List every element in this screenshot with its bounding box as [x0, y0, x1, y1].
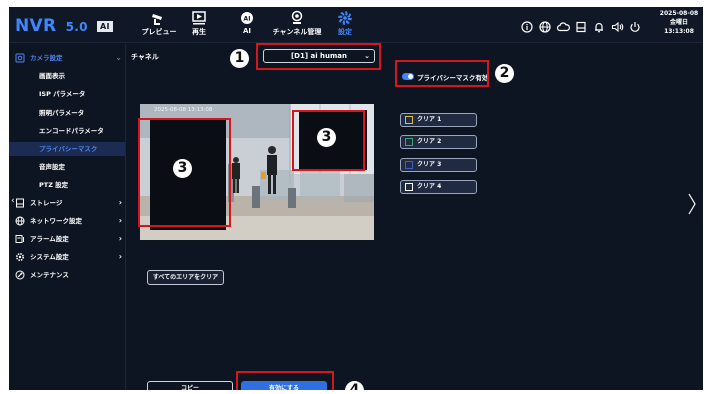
clear-area-3-label: クリア 3 [417, 161, 442, 168]
app-name: NVR [15, 16, 57, 36]
power-icon[interactable] [629, 18, 643, 32]
sidebar-item-label: カメラ設定 [30, 54, 63, 62]
clear-area-4-label: クリア 4 [417, 183, 442, 190]
sidebar-item-storage[interactable]: ストレージ › [9, 196, 125, 210]
gear-icon [338, 11, 352, 25]
highlight-box-1 [256, 43, 381, 70]
time-text: 13:13:08 [664, 28, 694, 35]
clear-area-1-button[interactable]: クリア 1 [400, 113, 477, 127]
nvr-window: NVR 5.0 AI プレビュー 再生 AI AI チャンネル管理 設定 202… [9, 7, 703, 390]
sidebar-item-system[interactable]: システム設定 › [9, 250, 125, 264]
sidebar-item-label: ネットワーク設定 [30, 217, 82, 225]
chevron-left-icon[interactable]: ‹ [11, 196, 15, 206]
area-3-color-swatch [405, 161, 413, 169]
weekday-text: 金曜日 [669, 19, 688, 26]
clear-area-3-button[interactable]: クリア 3 [400, 158, 477, 172]
playback-icon [192, 11, 206, 25]
step-badge-3a: 3 [173, 159, 192, 178]
sidebar-item-alarm[interactable]: アラーム設定 › [9, 232, 125, 246]
sidebar-sub-lighting[interactable]: 照明パラメータ [9, 106, 125, 120]
area-2-color-swatch [405, 138, 413, 146]
sidebar-item-network[interactable]: ネットワーク設定 › [9, 214, 125, 228]
clear-area-2-button[interactable]: クリア 2 [400, 135, 477, 149]
storage-icon[interactable] [575, 18, 589, 33]
tab-settings-label: 設定 [338, 28, 352, 36]
tab-playback[interactable]: 再生 [185, 10, 213, 42]
privacy-mask-panel: チャネル [D1] ai human ⌄ 1 プライバシーマスク有効 2 202… [127, 43, 703, 390]
globe-icon [15, 216, 25, 226]
app-version: 5.0 [65, 20, 88, 34]
copy-button[interactable]: コピー [147, 381, 233, 390]
sidebar-sub-isp[interactable]: ISP パラメータ [9, 87, 125, 101]
clear-area-4-button[interactable]: クリア 4 [400, 180, 477, 194]
info-icon[interactable] [521, 18, 535, 33]
bell-icon[interactable] [593, 18, 607, 33]
tab-playback-label: 再生 [192, 28, 206, 36]
chevron-right-icon[interactable] [687, 192, 697, 220]
sidebar-sub-display[interactable]: 画面表示 [9, 69, 125, 83]
tab-preview[interactable]: プレビュー [139, 10, 179, 42]
chevron-right-icon: › [118, 216, 122, 225]
storage-icon [15, 198, 25, 208]
tab-ai[interactable]: AI AI [235, 10, 259, 42]
datetime: 2025-08-08 金曜日 13:13:08 [657, 9, 701, 36]
ai-badge: AI [96, 21, 113, 32]
step-badge-1: 1 [230, 49, 249, 68]
alarm-icon [15, 234, 25, 244]
cloud-icon[interactable] [556, 18, 571, 32]
sidebar-sub-ptz[interactable]: PTZ 設定 [9, 178, 125, 192]
channel-label: チャネル [131, 53, 159, 61]
chevron-down-icon: ⌄ [115, 53, 122, 62]
sidebar: カメラ設定 ⌄ 画面表示 ISP パラメータ 照明パラメータ エンコードパラメー… [9, 44, 126, 390]
clear-area-1-label: クリア 1 [417, 116, 442, 123]
camera-settings-icon [15, 53, 25, 63]
area-4-color-swatch [405, 183, 413, 191]
area-1-color-swatch [405, 116, 413, 124]
sidebar-sub-encode[interactable]: エンコードパラメータ [9, 124, 125, 138]
tab-preview-label: プレビュー [141, 28, 177, 36]
step-badge-4: 4 [345, 381, 364, 390]
sidebar-item-label: メンテナンス [30, 271, 69, 279]
chevron-right-icon: › [118, 252, 122, 261]
svg-text:AI: AI [244, 16, 251, 23]
maintenance-icon [15, 270, 25, 280]
tab-ai-label: AI [242, 27, 252, 35]
chevron-right-icon: › [118, 234, 122, 243]
sidebar-item-camera-settings[interactable]: カメラ設定 ⌄ [9, 51, 125, 65]
camera-settings-icon [291, 10, 303, 24]
highlight-box-4 [236, 371, 334, 390]
sidebar-item-label: アラーム設定 [30, 235, 69, 243]
chevron-right-icon: › [118, 198, 122, 207]
sidebar-item-label: ストレージ [30, 199, 63, 207]
sidebar-sub-privacy-mask[interactable]: プライバシーマスク [9, 142, 125, 156]
clear-all-areas-button[interactable]: すべてのエリアをクリア [147, 270, 224, 285]
ai-icon: AI [241, 12, 253, 24]
app-logo: NVR 5.0 AI [15, 16, 113, 36]
sidebar-item-maintenance[interactable]: メンテナンス [9, 268, 125, 282]
tab-channel-label: チャンネル管理 [272, 28, 322, 36]
video-timestamp: 2025-08-08 13:13:08 [154, 107, 213, 113]
volume-icon[interactable] [611, 18, 625, 33]
step-badge-2: 2 [495, 64, 514, 83]
sidebar-sub-audio[interactable]: 音声設定 [9, 160, 125, 174]
network-icon[interactable] [539, 18, 553, 33]
step-badge-3b: 3 [317, 128, 336, 147]
tab-channel[interactable]: チャンネル管理 [269, 10, 325, 42]
clear-area-2-label: クリア 2 [417, 138, 442, 145]
gear-icon [15, 252, 25, 262]
top-bar: NVR 5.0 AI プレビュー 再生 AI AI チャンネル管理 設定 202… [9, 7, 703, 43]
cctv-camera-icon [152, 14, 162, 25]
highlight-box-2 [395, 60, 489, 87]
date-text: 2025-08-08 [659, 10, 699, 17]
tab-settings[interactable]: 設定 [333, 10, 357, 42]
sidebar-item-label: システム設定 [30, 253, 69, 261]
